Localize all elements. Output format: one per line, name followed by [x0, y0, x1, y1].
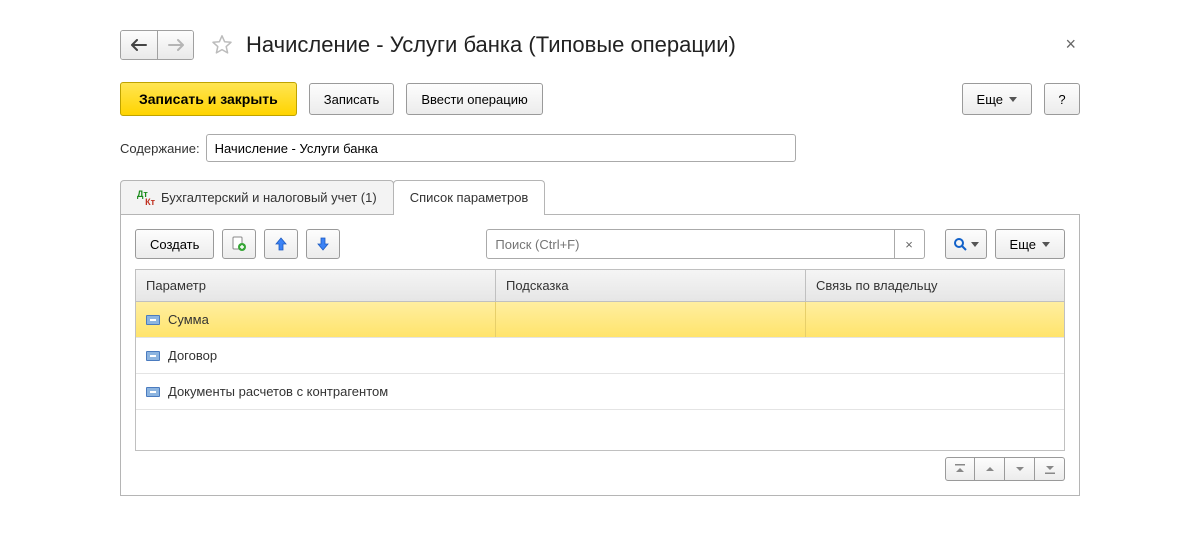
table-row[interactable]: Договор: [136, 338, 1064, 374]
chevron-down-icon: [1009, 97, 1017, 102]
cell-owner: [806, 374, 1064, 409]
tab-accounting-label: Бухгалтерский и налоговый учет (1): [161, 190, 377, 205]
save-button[interactable]: Записать: [309, 83, 395, 115]
nav-back-button[interactable]: [121, 31, 157, 59]
col-parameter[interactable]: Параметр: [136, 270, 496, 301]
close-icon: ×: [1065, 34, 1076, 54]
empty-area: [136, 410, 1064, 450]
dtkt-icon: ДтКт: [137, 190, 155, 206]
search-clear-button[interactable]: ×: [895, 229, 925, 259]
close-button[interactable]: ×: [1061, 30, 1080, 59]
add-button[interactable]: [222, 229, 256, 259]
cell-hint: [496, 302, 806, 337]
tab-accounting[interactable]: ДтКт Бухгалтерский и налоговый учет (1): [120, 180, 394, 214]
more-button[interactable]: Еще: [962, 83, 1032, 115]
tab-strip: ДтКт Бухгалтерский и налоговый учет (1) …: [120, 180, 1080, 215]
cell-param-text: Документы расчетов с контрагентом: [168, 384, 388, 399]
list-more-label: Еще: [1010, 237, 1036, 252]
cell-param: Документы расчетов с контрагентом: [136, 374, 496, 409]
clear-icon: ×: [905, 237, 913, 252]
create-button[interactable]: Создать: [135, 229, 214, 259]
col-hint[interactable]: Подсказка: [496, 270, 806, 301]
scroll-top-button[interactable]: [945, 457, 975, 481]
arrow-down-icon: [315, 236, 331, 252]
arrow-right-icon: [167, 39, 185, 51]
col-owner-link[interactable]: Связь по владельцу: [806, 270, 1064, 301]
add-page-icon: [230, 235, 248, 253]
cell-param: Сумма: [136, 302, 496, 337]
row-icon: [146, 387, 160, 397]
scroll-top-icon: [954, 463, 966, 475]
parameters-table: Параметр Подсказка Связь по владельцу Су…: [135, 269, 1065, 451]
save-and-close-button[interactable]: Записать и закрыть: [120, 82, 297, 116]
content-field-row: Содержание:: [120, 134, 1080, 162]
scroll-down-icon: [1015, 464, 1025, 474]
tab-parameters-label: Список параметров: [410, 190, 529, 205]
arrow-up-icon: [273, 236, 289, 252]
cell-owner: [806, 338, 1064, 373]
help-button[interactable]: ?: [1044, 83, 1080, 115]
scroll-bottom-icon: [1044, 463, 1056, 475]
scroll-up-icon: [985, 464, 995, 474]
row-icon: [146, 351, 160, 361]
favorite-toggle[interactable]: [208, 31, 236, 59]
tab-parameters[interactable]: Список параметров: [393, 180, 546, 214]
search-icon: [953, 237, 967, 251]
main-toolbar: Записать и закрыть Записать Ввести опера…: [120, 82, 1080, 116]
chevron-down-icon: [1042, 242, 1050, 247]
titlebar: Начисление - Услуги банка (Типовые опера…: [120, 30, 1080, 60]
scroll-bottom-button[interactable]: [1035, 457, 1065, 481]
search-input[interactable]: [486, 229, 894, 259]
search-wrap: ×: [486, 229, 924, 259]
scroll-controls: [135, 457, 1065, 481]
window: Начисление - Услуги банка (Типовые опера…: [100, 20, 1100, 516]
tab-body: Создать × Еще: [120, 215, 1080, 496]
search-run-button[interactable]: [945, 229, 987, 259]
move-down-button[interactable]: [306, 229, 340, 259]
list-more-button[interactable]: Еще: [995, 229, 1065, 259]
arrow-left-icon: [130, 39, 148, 51]
row-icon: [146, 315, 160, 325]
cell-param: Договор: [136, 338, 496, 373]
cell-hint: [496, 374, 806, 409]
cell-param-text: Договор: [168, 348, 217, 363]
content-input[interactable]: [206, 134, 796, 162]
scroll-down-button[interactable]: [1005, 457, 1035, 481]
nav-forward-button[interactable]: [157, 31, 193, 59]
chevron-down-icon: [971, 242, 979, 247]
table-header: Параметр Подсказка Связь по владельцу: [136, 270, 1064, 302]
content-label: Содержание:: [120, 141, 200, 156]
table-row[interactable]: Документы расчетов с контрагентом: [136, 374, 1064, 410]
move-up-button[interactable]: [264, 229, 298, 259]
page-title: Начисление - Услуги банка (Типовые опера…: [246, 32, 736, 58]
enter-operation-button[interactable]: Ввести операцию: [406, 83, 542, 115]
list-toolbar: Создать × Еще: [135, 229, 1065, 259]
cell-hint: [496, 338, 806, 373]
nav-group: [120, 30, 194, 60]
scroll-up-button[interactable]: [975, 457, 1005, 481]
star-icon: [210, 33, 234, 57]
cell-owner: [806, 302, 1064, 337]
more-label: Еще: [977, 92, 1003, 107]
cell-param-text: Сумма: [168, 312, 209, 327]
table-row[interactable]: Сумма: [136, 302, 1064, 338]
